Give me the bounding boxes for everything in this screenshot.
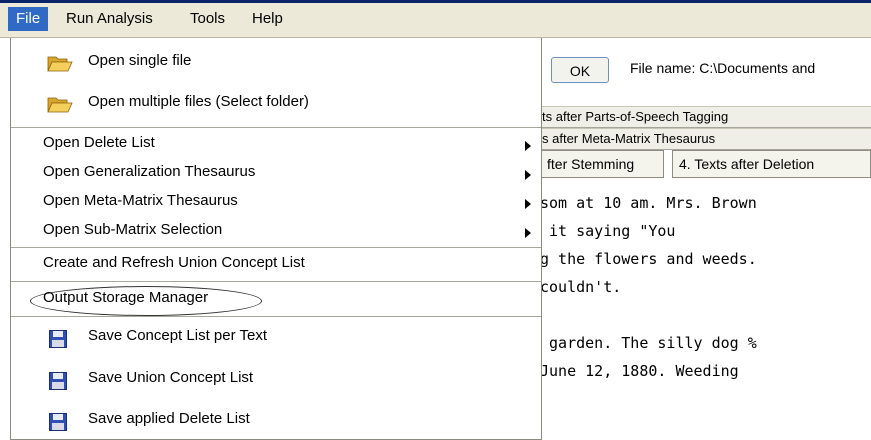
menu-item-label: Create and Refresh Union Concept List bbox=[43, 254, 305, 271]
menu-help[interactable]: Help bbox=[244, 7, 291, 31]
menu-item-label: Save Concept List per Text bbox=[88, 327, 267, 344]
menu-run-analysis[interactable]: Run Analysis bbox=[58, 7, 161, 31]
floppy-disk-icon bbox=[49, 413, 67, 431]
menu-item-save-concept-list-per-text[interactable]: Save Concept List per Text bbox=[11, 327, 541, 351]
folder-open-icon bbox=[47, 97, 73, 113]
tab-meta-matrix[interactable]: s after Meta-Matrix Thesaurus bbox=[540, 128, 871, 150]
ok-button[interactable]: OK bbox=[551, 57, 609, 83]
menu-separator bbox=[11, 247, 541, 248]
text-line: som at 10 am. Mrs. Brown bbox=[540, 194, 757, 212]
menu-item-output-storage-manager[interactable]: Output Storage Manager bbox=[11, 289, 541, 313]
text-line: it saying "You bbox=[540, 222, 676, 240]
floppy-disk-icon bbox=[49, 330, 67, 348]
menu-item-open-generalization-thesaurus[interactable]: Open Generalization Thesaurus bbox=[11, 163, 541, 187]
file-menu-dropdown: Open single file Open multiple files (Se… bbox=[10, 38, 542, 440]
menu-bar: File Run Analysis Tools Help bbox=[0, 0, 871, 38]
menu-separator bbox=[11, 281, 541, 282]
floppy-disk-icon bbox=[49, 372, 67, 390]
window-title-bar-edge bbox=[0, 0, 871, 3]
tab-texts-after-deletion[interactable]: 4. Texts after Deletion bbox=[672, 150, 871, 178]
submenu-arrow-icon bbox=[525, 228, 531, 238]
menu-item-open-meta-matrix-thesaurus[interactable]: Open Meta-Matrix Thesaurus bbox=[11, 192, 541, 216]
file-name-label: File name: C:\Documents and bbox=[630, 60, 816, 76]
folder-open-icon bbox=[47, 56, 73, 72]
menu-item-label: Output Storage Manager bbox=[43, 289, 209, 306]
text-line: June 12, 1880. Weeding bbox=[540, 362, 739, 380]
submenu-arrow-icon bbox=[525, 170, 531, 180]
menu-item-label: Open multiple files (Select folder) bbox=[88, 93, 309, 110]
menu-separator bbox=[11, 316, 541, 317]
menu-item-label: Open Generalization Thesaurus bbox=[43, 163, 256, 180]
menu-item-label: Open Meta-Matrix Thesaurus bbox=[43, 192, 238, 209]
menu-separator bbox=[11, 127, 541, 128]
menu-item-label: Open single file bbox=[88, 52, 192, 69]
menu-item-open-multiple-files[interactable]: Open multiple files (Select folder) bbox=[11, 93, 541, 117]
menu-item-open-single-file[interactable]: Open single file bbox=[11, 52, 541, 76]
menu-file[interactable]: File bbox=[8, 7, 49, 31]
menu-item-save-applied-delete-list[interactable]: Save applied Delete List bbox=[11, 410, 541, 434]
tab-stemming[interactable]: fter Stemming bbox=[540, 150, 664, 178]
menu-item-label: Open Sub-Matrix Selection bbox=[43, 221, 223, 238]
menu-item-label: Open Delete List bbox=[43, 134, 155, 151]
text-line: g the flowers and weeds. bbox=[540, 250, 757, 268]
menu-item-open-delete-list[interactable]: Open Delete List bbox=[11, 134, 541, 158]
tab-parts-of-speech[interactable]: ts after Parts-of-Speech Tagging bbox=[540, 106, 871, 128]
submenu-arrow-icon bbox=[525, 199, 531, 209]
menu-item-open-sub-matrix-selection[interactable]: Open Sub-Matrix Selection bbox=[11, 221, 541, 245]
submenu-arrow-icon bbox=[525, 141, 531, 151]
menu-item-label: Save applied Delete List bbox=[88, 410, 250, 427]
menu-tools[interactable]: Tools bbox=[182, 7, 233, 31]
menu-item-create-refresh-union-concept-list[interactable]: Create and Refresh Union Concept List bbox=[11, 254, 541, 278]
text-line: couldn't. bbox=[540, 278, 622, 296]
menu-item-label: Save Union Concept List bbox=[88, 369, 254, 386]
text-line: garden. The silly dog % bbox=[540, 334, 757, 352]
menu-item-save-union-concept-list[interactable]: Save Union Concept List bbox=[11, 369, 541, 393]
